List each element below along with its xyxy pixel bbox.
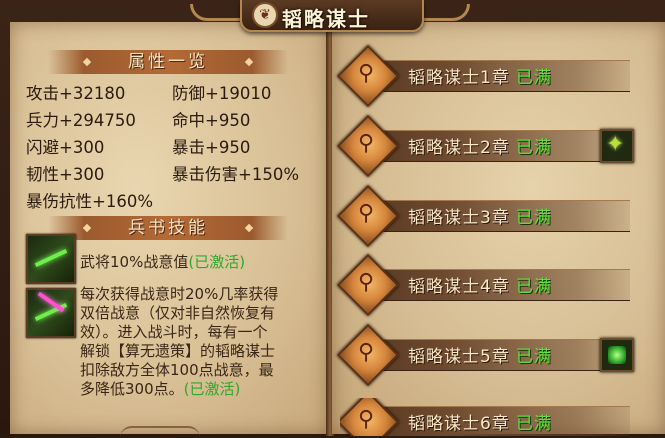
stat-hit: 命中+950 <box>172 111 251 130</box>
chapter-status: 已满 <box>515 138 552 158</box>
skill-1-status: (已激活) <box>188 253 246 271</box>
attributes-header: 属性一览 <box>48 50 288 74</box>
scroll-emblem-icon: ⚲ <box>357 270 375 295</box>
chapter-label: 韬略谋士5章 已满 <box>408 347 552 367</box>
chapter-row-5[interactable]: ⚲ 韬略谋士5章 已满 <box>336 323 640 387</box>
skill-icon-1[interactable] <box>26 234 76 284</box>
skill-2-line: 每次获得战意时20%几率获得 <box>80 285 279 303</box>
skill-2-line: 扣除敌方全体100点战意，最 <box>80 361 274 379</box>
scroll-emblem-icon: ⚲ <box>357 407 375 432</box>
chapter-status: 已满 <box>515 414 552 434</box>
skill-2-line: 双倍战意（仅对非自然恢复有 <box>80 304 276 322</box>
title-banner: ❦ 韬略谋士 <box>190 0 470 38</box>
stat-crit-resist: 暴伤抗性+160% <box>26 192 153 211</box>
chapter-row-6[interactable]: ⚲ 韬略谋士6章 已满 <box>340 398 640 436</box>
chapter-label: 韬略谋士1章 已满 <box>408 68 552 88</box>
stat-crit-damage: 暴击伤害+150% <box>172 165 299 184</box>
page-title: 韬略谋士 <box>282 7 370 31</box>
chapter-status: 已满 <box>515 277 552 297</box>
chapter-row-3[interactable]: ⚲ 韬略谋士3章 已满 <box>336 184 640 248</box>
stat-defense: 防御+19010 <box>172 84 272 103</box>
skill-2-line: 解锁【算无遗策】的韬略谋士 <box>80 342 276 360</box>
scroll-emblem-icon: ⚲ <box>357 340 375 365</box>
stat-attack: 攻击+32180 <box>26 84 126 103</box>
skill-icon-2[interactable] <box>26 288 76 338</box>
chapter-status: 已满 <box>515 347 552 367</box>
skill-2-status: (已激活) <box>183 380 241 398</box>
chapter-row-1[interactable]: ⚲ 韬略谋士1章 已满 <box>336 44 640 108</box>
scroll-emblem-icon: ⚲ <box>357 61 375 86</box>
chapter-label: 韬略谋士4章 已满 <box>408 277 552 297</box>
chapter-status: 已满 <box>515 208 552 228</box>
skill-description-2: 每次获得战意时20%几率获得 双倍战意（仅对非自然恢复有 效）。进入战斗时，每有… <box>80 285 316 399</box>
chapter-status: 已满 <box>515 68 552 88</box>
chapter-label: 韬略谋士3章 已满 <box>408 208 552 228</box>
skill-2-line: 效）。进入战斗时，每有一个 <box>80 323 268 341</box>
stat-dodge: 闪避+300 <box>26 138 105 157</box>
chapter-row-4[interactable]: ⚲ 韬略谋士4章 已满 <box>336 253 640 317</box>
chapter-label: 韬略谋士6章 已满 <box>408 414 552 434</box>
stat-troops: 兵力+294750 <box>26 111 136 130</box>
scroll-emblem-icon: ⚲ <box>357 201 375 226</box>
skill-1-line: 武将10%战意值 <box>80 253 189 271</box>
stat-toughness: 韧性+300 <box>26 165 105 184</box>
chapter-row-2[interactable]: ⚲ 韬略谋士2章 已满 <box>336 114 640 178</box>
chapter-label: 韬略谋士2章 已满 <box>408 138 552 158</box>
skill-description-1: 武将10%战意值(已激活) <box>80 253 245 272</box>
gem-reward-icon[interactable] <box>600 338 634 372</box>
stat-crit: 暴击+950 <box>172 138 251 157</box>
scroll-emblem-icon: ⚲ <box>357 131 375 156</box>
scroll-emblem-icon: ❦ <box>252 2 278 28</box>
bottom-ornament <box>120 426 200 438</box>
skills-header: 兵书技能 <box>48 216 288 240</box>
skill-2-line: 多降低300点。 <box>80 380 184 398</box>
leaf-reward-icon[interactable] <box>600 129 634 163</box>
